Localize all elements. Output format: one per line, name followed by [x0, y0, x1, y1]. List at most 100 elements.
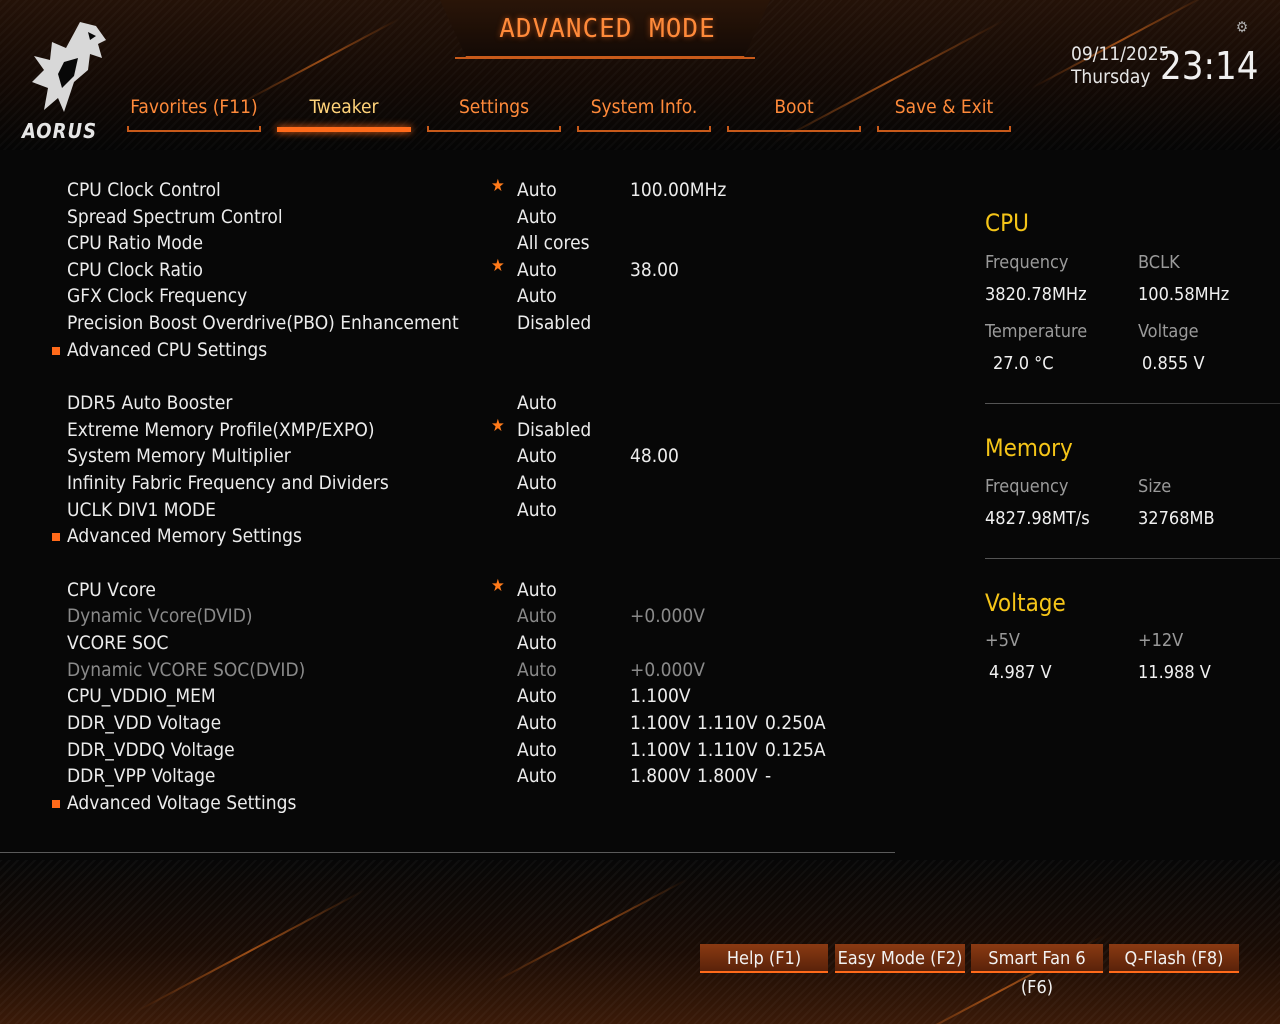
smart-fan-button[interactable]: Smart Fan 6 (F6) — [971, 944, 1103, 998]
voltage-12v-label: +12V — [1138, 630, 1184, 651]
setting-value: Auto — [517, 605, 557, 627]
tab-underline — [877, 126, 1011, 132]
setting-value[interactable]: Auto — [517, 179, 557, 201]
setting-extra: 0.125A — [765, 739, 826, 761]
setting-value[interactable]: Auto — [517, 285, 557, 307]
setting-ddr5-auto-booster[interactable]: DDR5 Auto Booster Auto — [67, 392, 867, 418]
setting-value[interactable]: Auto — [517, 765, 557, 787]
submenu-bullet-icon — [52, 347, 60, 355]
date-display: 09/11/2025 — [1071, 43, 1170, 65]
setting-extra: 100.00MHz — [630, 179, 727, 201]
setting-value[interactable]: Auto — [517, 685, 557, 707]
setting-extra: 1.100V — [630, 712, 691, 734]
setting-uclk-div1-mode[interactable]: UCLK DIV1 MODE Auto — [67, 499, 867, 525]
setting-pbo-enhancement[interactable]: Precision Boost Overdrive(PBO) Enhanceme… — [67, 312, 867, 338]
star-icon: ★ — [491, 416, 505, 436]
setting-value[interactable]: Auto — [517, 712, 557, 734]
setting-value[interactable]: Auto — [517, 499, 557, 521]
panel-cpu-title: CPU — [985, 209, 1029, 237]
day-display: Thursday — [1071, 66, 1151, 88]
setting-value[interactable]: Auto — [517, 259, 557, 281]
tab-save-exit[interactable]: Save & Exit — [877, 96, 1011, 132]
help-button[interactable]: Help (F1) — [700, 944, 828, 973]
tab-boot[interactable]: Boot — [727, 96, 861, 132]
setting-value[interactable]: Auto — [517, 632, 557, 654]
tab-underline-active — [277, 127, 411, 132]
qflash-button[interactable]: Q-Flash (F8) — [1109, 944, 1239, 973]
setting-vcore-soc[interactable]: VCORE SOC Auto — [67, 632, 867, 658]
easy-mode-button[interactable]: Easy Mode (F2) — [835, 944, 965, 973]
submenu-advanced-cpu-settings[interactable]: Advanced CPU Settings — [52, 339, 867, 365]
setting-label: Spread Spectrum Control — [67, 206, 283, 228]
setting-label: GFX Clock Frequency — [67, 285, 248, 307]
memory-size-label: Size — [1138, 476, 1172, 497]
setting-cpu-vcore[interactable]: CPU Vcore ★ Auto — [67, 576, 867, 605]
setting-value[interactable]: Auto — [517, 392, 557, 414]
setting-value[interactable]: Auto — [517, 206, 557, 228]
memory-frequency-value: 4827.98MT/s — [985, 508, 1090, 529]
setting-label: Infinity Fabric Frequency and Dividers — [67, 472, 389, 494]
setting-value[interactable]: Auto — [517, 579, 557, 601]
tab-label: Boot — [774, 96, 814, 118]
tab-system-info[interactable]: System Info. — [577, 96, 711, 132]
setting-value[interactable]: Auto — [517, 445, 557, 467]
setting-extra: - — [765, 765, 772, 787]
setting-label: System Memory Multiplier — [67, 445, 291, 467]
submenu-advanced-voltage-settings[interactable]: Advanced Voltage Settings — [52, 792, 867, 818]
panel-memory-title: Memory — [985, 434, 1073, 462]
setting-label: DDR_VDDQ Voltage — [67, 739, 235, 761]
setting-cpu-clock-control[interactable]: CPU Clock Control ★ Auto 100.00MHz — [67, 176, 867, 205]
tab-label: Favorites (F11) — [130, 96, 258, 118]
setting-cpu-ratio-mode[interactable]: CPU Ratio Mode All cores — [67, 232, 867, 258]
tab-favorites[interactable]: Favorites (F11) — [127, 96, 261, 132]
cpu-bclk-label: BCLK — [1138, 252, 1180, 273]
setting-value[interactable]: Disabled — [517, 312, 591, 334]
time-display: 23:14 — [1160, 44, 1259, 88]
setting-ddr-vdd-voltage[interactable]: DDR_VDD Voltage Auto 1.100V 1.110V 0.250… — [67, 712, 867, 738]
setting-label: DDR5 Auto Booster — [67, 392, 233, 414]
setting-infinity-fabric[interactable]: Infinity Fabric Frequency and Dividers A… — [67, 472, 867, 498]
gear-icon[interactable]: ⚙ — [1236, 18, 1248, 36]
setting-extra: 1.100V — [630, 739, 691, 761]
setting-value[interactable]: All cores — [517, 232, 590, 254]
star-icon: ★ — [491, 576, 505, 596]
setting-spread-spectrum-control[interactable]: Spread Spectrum Control Auto — [67, 206, 867, 232]
setting-extra: 1.110V — [697, 739, 758, 761]
setting-ddr-vddq-voltage[interactable]: DDR_VDDQ Voltage Auto 1.100V 1.110V 0.12… — [67, 739, 867, 765]
setting-extra: +0.000V — [630, 605, 705, 627]
setting-cpu-vddio-mem[interactable]: CPU_VDDIO_MEM Auto 1.100V — [67, 685, 867, 711]
setting-label: DDR_VDD Voltage — [67, 712, 222, 734]
voltage-5v-label: +5V — [985, 630, 1020, 651]
setting-label: Extreme Memory Profile(XMP/EXPO) — [67, 419, 375, 441]
setting-value: Auto — [517, 659, 557, 681]
cpu-temperature-label: Temperature — [985, 321, 1088, 342]
cpu-frequency-value: 3820.78MHz — [985, 284, 1087, 305]
submenu-bullet-icon — [52, 800, 60, 808]
tab-tweaker[interactable]: Tweaker — [277, 96, 411, 132]
tab-label: Settings — [458, 96, 530, 118]
setting-value[interactable]: Auto — [517, 472, 557, 494]
setting-value[interactable]: Disabled — [517, 419, 591, 441]
page-title: ADVANCED MODE — [499, 14, 716, 44]
tab-settings[interactable]: Settings — [427, 96, 561, 132]
setting-extra: +0.000V — [630, 659, 705, 681]
setting-label: CPU Ratio Mode — [67, 232, 204, 254]
setting-gfx-clock-frequency[interactable]: GFX Clock Frequency Auto — [67, 285, 867, 311]
submenu-advanced-memory-settings[interactable]: Advanced Memory Settings — [52, 525, 867, 551]
setting-label: Advanced Memory Settings — [67, 525, 302, 547]
panel-divider — [985, 558, 1280, 559]
content-divider — [0, 852, 895, 853]
memory-frequency-label: Frequency — [985, 476, 1069, 497]
setting-value[interactable]: Auto — [517, 739, 557, 761]
voltage-12v-value: 11.988 V — [1138, 662, 1211, 683]
setting-system-memory-multiplier[interactable]: System Memory Multiplier Auto 48.00 — [67, 445, 867, 471]
tab-underline — [427, 126, 561, 132]
setting-cpu-clock-ratio[interactable]: CPU Clock Ratio ★ Auto 38.00 — [67, 256, 867, 285]
setting-xmp-expo[interactable]: Extreme Memory Profile(XMP/EXPO) ★ Disab… — [67, 416, 867, 445]
title-underline — [455, 57, 755, 59]
setting-ddr-vpp-voltage[interactable]: DDR_VPP Voltage Auto 1.800V 1.800V - — [67, 765, 867, 791]
star-icon: ★ — [491, 256, 505, 276]
setting-label: Advanced Voltage Settings — [67, 792, 297, 814]
tab-underline — [127, 126, 261, 132]
setting-dynamic-vcore: Dynamic Vcore(DVID) Auto +0.000V — [67, 605, 867, 631]
